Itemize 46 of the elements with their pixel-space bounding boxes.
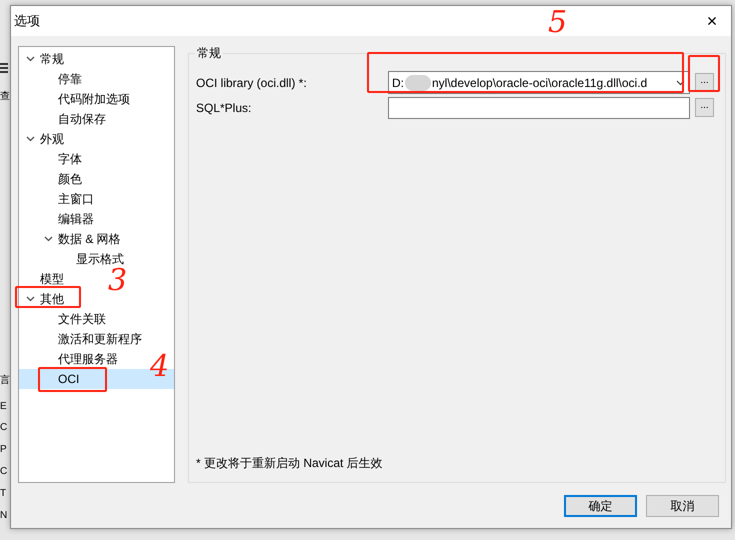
annotation-overlay xyxy=(688,55,720,92)
ok-button[interactable]: 确定 xyxy=(564,495,637,517)
chevron-down-icon[interactable] xyxy=(44,236,52,242)
restart-note: * 更改将于重新启动 Navicat 后生效 xyxy=(196,455,384,472)
chevron-down-icon[interactable] xyxy=(26,296,34,302)
annotation-overlay xyxy=(15,286,81,308)
tree-item[interactable]: 显示格式 xyxy=(19,249,126,269)
browse-button[interactable]: ... xyxy=(695,98,714,117)
tree-item[interactable]: 主窗口 xyxy=(19,189,96,209)
annotation-number-overlay: 3 xyxy=(108,266,128,296)
menu-icon xyxy=(0,62,8,74)
annotation-overlay xyxy=(38,367,107,392)
tree-item[interactable]: 激活和更新程序 xyxy=(19,329,144,349)
tree-item[interactable]: 数据 & 网格 xyxy=(19,229,123,249)
tree-item[interactable]: 颜色 xyxy=(19,169,84,189)
tree-item[interactable]: 常规 xyxy=(19,49,66,69)
background-text: 查 xyxy=(0,91,10,103)
background-text: 言 xyxy=(0,375,10,387)
tree-item[interactable]: 自动保存 xyxy=(19,109,108,129)
chevron-down-icon[interactable] xyxy=(26,56,34,62)
tree-item[interactable]: 其他 xyxy=(19,289,66,309)
background-text: C xyxy=(0,422,8,434)
tree-item[interactable]: 模型 xyxy=(19,269,66,289)
library-path-dropdown[interactable]: D: nyl\develop\oracle-oci\oracle11g.dll\oci.d xyxy=(388,71,690,94)
cancel-button[interactable]: 取消 xyxy=(646,495,719,517)
tree-item[interactable]: 文件关联 xyxy=(19,309,108,329)
background-text: N xyxy=(0,510,8,522)
chevron-down-icon[interactable] xyxy=(26,136,34,142)
field-label: OCI library (oci.dll) *: xyxy=(196,76,308,90)
tree-item[interactable]: 停靠 xyxy=(19,69,84,89)
background-text: E xyxy=(0,401,8,413)
tree-item[interactable]: 代码附加选项 xyxy=(19,89,132,109)
annotation-number-overlay: 5 xyxy=(548,8,568,38)
chevron-down-icon xyxy=(676,80,685,86)
field-label: SQL*Plus: xyxy=(196,100,252,114)
input-field[interactable] xyxy=(388,96,690,118)
redaction-blur xyxy=(405,74,431,90)
tree-item[interactable]: 代理服务器 xyxy=(19,349,120,369)
tree-item[interactable]: 字体 xyxy=(19,149,84,169)
window-title: 选项 xyxy=(14,12,40,30)
tree-item[interactable]: 外观 xyxy=(19,129,66,149)
close-button[interactable]: × xyxy=(697,8,727,34)
background-text: T xyxy=(0,488,8,500)
background-text: P xyxy=(0,444,8,456)
tree-item[interactable]: 编辑器 xyxy=(19,209,96,229)
background-text: C xyxy=(0,466,8,478)
